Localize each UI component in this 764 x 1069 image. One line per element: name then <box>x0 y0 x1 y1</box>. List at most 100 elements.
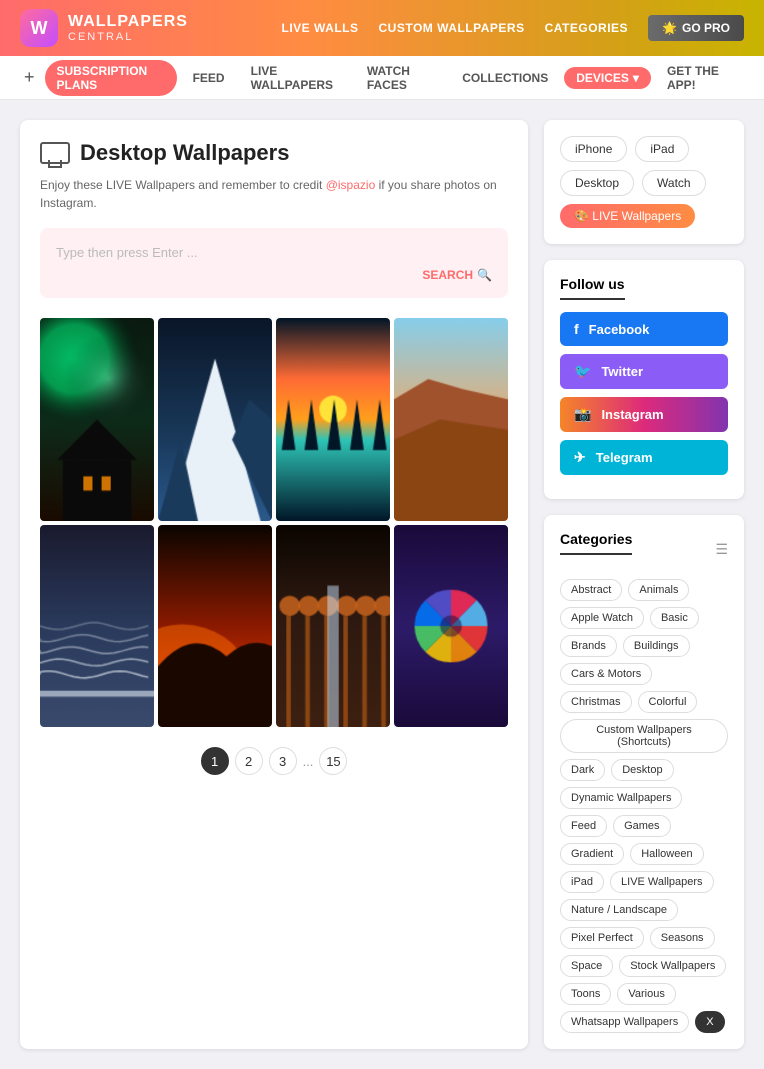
pills-row: iPhone iPad Desktop Watch 🎨 LIVE Wallpap… <box>560 136 728 228</box>
content-area: Desktop Wallpapers Enjoy these LIVE Wall… <box>20 120 528 1049</box>
page-1-button[interactable]: 1 <box>201 747 229 775</box>
logo-sub: CENTRAL <box>68 31 188 43</box>
pagination: 1 2 3 ... 15 <box>40 747 508 775</box>
cat-tag-various[interactable]: Various <box>617 983 675 1005</box>
page-desc: Enjoy these LIVE Wallpapers and remember… <box>40 176 508 212</box>
desktop-icon <box>40 142 70 164</box>
follow-title: Follow us <box>560 276 625 300</box>
nav-custom[interactable]: CUSTOM WALLPAPERS <box>379 21 525 35</box>
cat-tag-pixel-perfect[interactable]: Pixel Perfect <box>560 927 644 949</box>
subnav-devices[interactable]: DEVICES ▾ <box>564 67 651 89</box>
cat-tag-dark[interactable]: Dark <box>560 759 605 781</box>
subnav-get-app[interactable]: GET THE APP! <box>657 60 744 96</box>
cat-tag-toons[interactable]: Toons <box>560 983 611 1005</box>
cat-tag-halloween[interactable]: Halloween <box>630 843 703 865</box>
image-grid <box>40 318 508 727</box>
main-layout: Desktop Wallpapers Enjoy these LIVE Wall… <box>0 100 764 1069</box>
cat-tag-x[interactable]: X <box>695 1011 724 1033</box>
logo-title: WALLPAPERS <box>68 13 188 31</box>
subnav: + SUBSCRIPTION PLANS FEED LIVE WALLPAPER… <box>0 56 764 100</box>
cat-tag-animals[interactable]: Animals <box>628 579 689 601</box>
wallpaper-7[interactable] <box>276 525 390 728</box>
subnav-feed[interactable]: FEED <box>183 67 235 89</box>
nav-live-walls[interactable]: LIVE WALLS <box>282 21 359 35</box>
wallpaper-5[interactable] <box>40 525 154 728</box>
categories-box: Categories ☰ Abstract Animals Apple Watch B… <box>544 515 744 1049</box>
cat-tag-brands[interactable]: Brands <box>560 635 617 657</box>
sidebar: iPhone iPad Desktop Watch 🎨 LIVE Wallpap… <box>544 120 744 1049</box>
instagram-handle[interactable]: @ispazio <box>326 178 376 192</box>
cat-tag-stock-wallpapers[interactable]: Stock Wallpapers <box>619 955 726 977</box>
cat-tag-abstract[interactable]: Abstract <box>560 579 622 601</box>
search-input[interactable] <box>56 245 492 260</box>
telegram-button[interactable]: ✈ Telegram <box>560 440 728 475</box>
page-3-button[interactable]: 3 <box>269 747 297 775</box>
subnav-live-wallpapers[interactable]: LIVE WALLPAPERS <box>241 60 351 96</box>
pill-ipad[interactable]: iPad <box>635 136 689 162</box>
pill-desktop[interactable]: Desktop <box>560 170 634 196</box>
logo-icon: W <box>20 9 58 47</box>
cat-tag-ipad[interactable]: iPad <box>560 871 604 893</box>
nav-categories[interactable]: CATEGORIES <box>545 21 628 35</box>
wallpaper-2[interactable] <box>158 318 272 521</box>
cat-tag-games[interactable]: Games <box>613 815 670 837</box>
logo-area: W WALLPAPERS CENTRAL <box>20 9 188 47</box>
subnav-collections[interactable]: COLLECTIONS <box>452 67 558 89</box>
chevron-down-icon: ▾ <box>633 71 639 85</box>
search-icon: 🔍 <box>477 268 492 282</box>
cat-tag-colorful[interactable]: Colorful <box>638 691 698 713</box>
cat-tag-nature-/-landscape[interactable]: Nature / Landscape <box>560 899 678 921</box>
device-pills: iPhone iPad Desktop Watch 🎨 LIVE Wallpap… <box>544 120 744 244</box>
logo-text: WALLPAPERS CENTRAL <box>68 13 188 43</box>
cat-tag-cars-&-motors[interactable]: Cars & Motors <box>560 663 652 685</box>
cat-tag-gradient[interactable]: Gradient <box>560 843 624 865</box>
cat-tag-buildings[interactable]: Buildings <box>623 635 690 657</box>
facebook-icon: f <box>574 321 579 337</box>
telegram-icon: ✈ <box>574 449 586 466</box>
wallpaper-6[interactable] <box>158 525 272 728</box>
nav-links: LIVE WALLS CUSTOM WALLPAPERS CATEGORIES … <box>282 15 744 41</box>
categories-title-row: Categories ☰ <box>560 531 728 567</box>
facebook-button[interactable]: f Facebook <box>560 312 728 346</box>
cat-tag-seasons[interactable]: Seasons <box>650 927 715 949</box>
instagram-icon: 📸 <box>574 406 591 423</box>
instagram-button[interactable]: 📸 Instagram <box>560 397 728 432</box>
twitter-icon: 🐦 <box>574 363 591 380</box>
search-button[interactable]: SEARCH 🔍 <box>422 268 492 282</box>
go-pro-icon: 🌟 <box>662 21 677 35</box>
pagination-dots: ... <box>303 754 314 769</box>
pill-iphone[interactable]: iPhone <box>560 136 627 162</box>
cat-tag-apple-watch[interactable]: Apple Watch <box>560 607 644 629</box>
page-last-button[interactable]: 15 <box>319 747 347 775</box>
follow-box: Follow us f Facebook 🐦 Twitter 📸 Instagr… <box>544 260 744 499</box>
cat-tag-custom-wallpapers-(shortcuts)[interactable]: Custom Wallpapers (Shortcuts) <box>560 719 728 753</box>
header: W WALLPAPERS CENTRAL LIVE WALLS CUSTOM W… <box>0 0 764 56</box>
categories-title: Categories <box>560 531 632 555</box>
page-title: Desktop Wallpapers <box>80 140 289 166</box>
cat-tags: Abstract Animals Apple Watch Basic Brands Bui… <box>560 579 728 1033</box>
subnav-plus[interactable]: + <box>20 63 39 92</box>
twitter-button[interactable]: 🐦 Twitter <box>560 354 728 389</box>
wallpaper-1[interactable] <box>40 318 154 521</box>
pill-watch[interactable]: Watch <box>642 170 706 196</box>
page-2-button[interactable]: 2 <box>235 747 263 775</box>
go-pro-button[interactable]: 🌟 GO PRO <box>648 15 744 41</box>
search-box: SEARCH 🔍 <box>40 228 508 298</box>
subnav-watch-faces[interactable]: WATCH FACES <box>357 60 446 96</box>
wallpaper-8[interactable] <box>394 525 508 728</box>
search-row: SEARCH 🔍 <box>56 268 492 282</box>
cat-tag-space[interactable]: Space <box>560 955 613 977</box>
categories-icon: ☰ <box>715 541 728 558</box>
cat-tag-live-wallpapers[interactable]: LIVE Wallpapers <box>610 871 714 893</box>
cat-tag-desktop[interactable]: Desktop <box>611 759 673 781</box>
page-title-row: Desktop Wallpapers <box>40 140 508 166</box>
wallpaper-4[interactable] <box>394 318 508 521</box>
subnav-subscription-plans[interactable]: SUBSCRIPTION PLANS <box>45 60 177 96</box>
cat-tag-feed[interactable]: Feed <box>560 815 607 837</box>
wallpaper-3[interactable] <box>276 318 390 521</box>
cat-tag-christmas[interactable]: Christmas <box>560 691 632 713</box>
cat-tag-dynamic-wallpapers[interactable]: Dynamic Wallpapers <box>560 787 682 809</box>
cat-tag-whatsapp-wallpapers[interactable]: Whatsapp Wallpapers <box>560 1011 689 1033</box>
pill-live-wallpapers[interactable]: 🎨 LIVE Wallpapers <box>560 204 695 228</box>
cat-tag-basic[interactable]: Basic <box>650 607 699 629</box>
